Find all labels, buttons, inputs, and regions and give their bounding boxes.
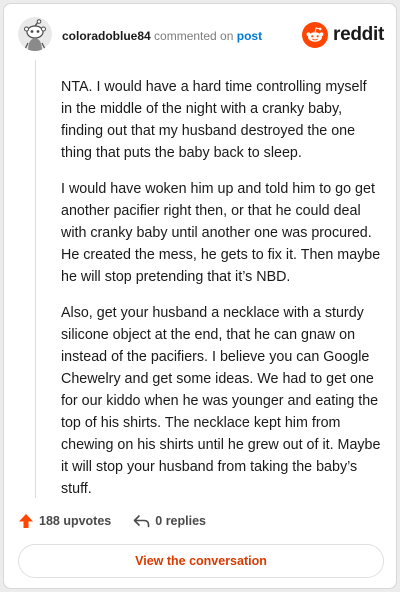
post-link[interactable]: post bbox=[237, 29, 262, 43]
action-text: commented on bbox=[154, 29, 234, 43]
comment-paragraph-2: I would have woken him up and told him t… bbox=[61, 181, 381, 285]
upvote-count: 188 upvotes bbox=[39, 514, 112, 528]
username[interactable]: coloradoblue84 bbox=[62, 29, 151, 43]
reddit-logo-icon bbox=[302, 22, 329, 48]
thread-line bbox=[35, 60, 36, 498]
view-conversation-button[interactable]: View the conversation bbox=[18, 544, 384, 578]
reddit-logo[interactable]: reddit bbox=[302, 21, 384, 49]
comment-body: NTA. I would have a hard time controllin… bbox=[61, 76, 381, 514]
upvote-button[interactable]: 188 upvotes bbox=[18, 513, 111, 529]
comment-paragraph-1: NTA. I would have a hard time controllin… bbox=[61, 79, 367, 161]
reply-button[interactable]: 0 replies bbox=[133, 514, 206, 528]
comment-header: coloradoblue84 commented on post reddit bbox=[4, 4, 396, 64]
comment-meta: coloradoblue84 commented on post bbox=[62, 29, 262, 43]
reddit-wordmark: reddit bbox=[333, 24, 384, 45]
comment-paragraph-3: Also, get your husband a necklace with a… bbox=[61, 305, 381, 497]
comment-actions: 188 upvotes 0 replies bbox=[18, 510, 206, 532]
comment-card: coloradoblue84 commented on post reddit … bbox=[3, 3, 397, 589]
snoo-avatar-icon[interactable] bbox=[18, 17, 52, 51]
upvote-arrow-icon bbox=[19, 514, 33, 528]
reply-arrow-icon bbox=[133, 515, 150, 528]
reply-count: 0 replies bbox=[155, 514, 206, 528]
